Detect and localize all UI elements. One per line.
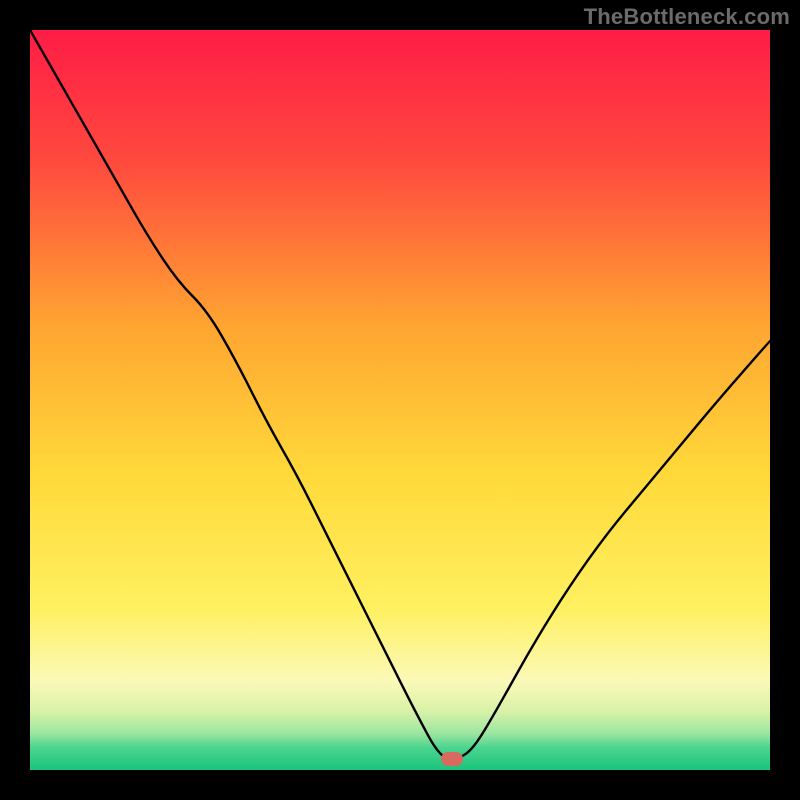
plot-area (30, 30, 770, 770)
watermark-text: TheBottleneck.com (584, 4, 790, 30)
optimal-marker (441, 752, 463, 765)
chart-frame: TheBottleneck.com (0, 0, 800, 800)
